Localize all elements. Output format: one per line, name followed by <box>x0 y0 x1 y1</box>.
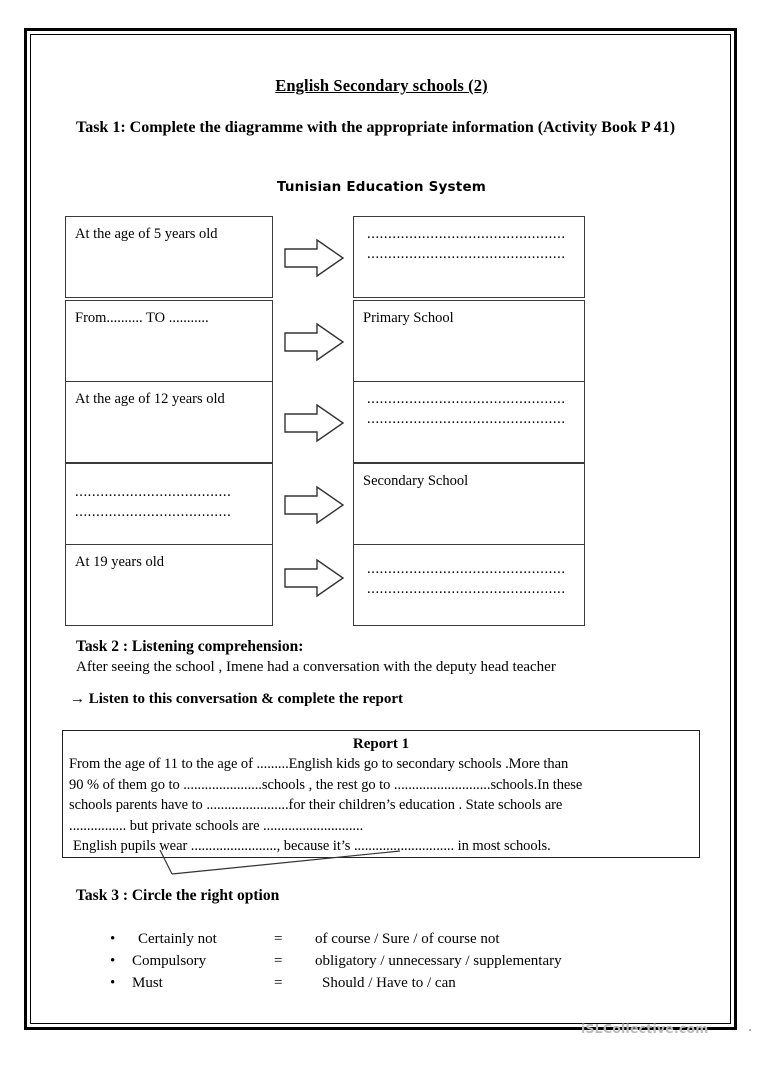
report-box: Report 1 From the age of 11 to the age o… <box>62 730 700 858</box>
option-term: Must <box>132 975 163 991</box>
diagram-row: From.......... TO ........... Primary Sc… <box>0 300 763 382</box>
option-choices: obligatory / unnecessary / supplementary <box>315 953 562 969</box>
diagram-left-box: From.......... TO ........... <box>65 300 273 382</box>
equals-sign: = <box>274 953 283 969</box>
diagram-right-text: Primary School <box>363 310 454 326</box>
right-arrow-icon <box>283 403 345 443</box>
task2-heading: Task 2 : Listening comprehension: <box>76 638 304 655</box>
diagram-left-box: At the age of 5 years old <box>65 216 273 298</box>
fill-in-dots: ..................................... <box>75 484 232 500</box>
report-line: schools parents have to ................… <box>69 797 563 813</box>
list-item: • Must = Should / Have to / can <box>110 972 630 994</box>
diagram-caption: Tunisian Education System <box>276 179 487 195</box>
fill-in-dots: ..................................... <box>75 504 232 520</box>
fill-in-dots: ........................................… <box>367 411 566 427</box>
diagram-row: At 19 years old ........................… <box>0 544 763 626</box>
task2-subtitle: After seeing the school , Imene had a co… <box>76 659 556 675</box>
watermark: iSLCollective.com <box>581 1021 709 1036</box>
equals-sign: = <box>274 975 283 991</box>
diagram-right-box: ........................................… <box>353 216 585 298</box>
diagram-right-box: ........................................… <box>353 381 585 463</box>
task1-heading: Task 1: Complete the diagramme with the … <box>76 119 676 136</box>
report-line: 90 % of them go to .....................… <box>69 776 583 793</box>
fill-in-dots: ........................................… <box>367 561 566 577</box>
bullet-icon: • <box>110 953 116 969</box>
task3-options-list: • Certainly not = of course / Sure / of … <box>110 928 630 994</box>
bullet-icon: • <box>110 931 116 947</box>
list-item: • Compulsory = obligatory / unnecessary … <box>110 950 630 972</box>
bullet-icon: • <box>110 975 116 991</box>
task2-instruction: → Listen to this conversation & complete… <box>70 691 404 707</box>
fill-in-dots: ........................................… <box>367 581 566 597</box>
diagram-left-text: At the age of 5 years old <box>75 226 218 242</box>
diagram-left-box: ..................................... ..… <box>65 463 273 545</box>
diagram-row: At the age of 12 years old .............… <box>0 381 763 463</box>
diagram-left-text: From.......... TO ........... <box>75 310 209 326</box>
worksheet-page: English Secondary schools (2) Task 1: Co… <box>0 0 763 1079</box>
page-title: English Secondary schools (2) <box>275 76 488 95</box>
diagram-right-box: Primary School <box>353 300 585 382</box>
diagram-left-text: At the age of 12 years old <box>75 391 225 407</box>
corner-dot <box>749 1029 751 1031</box>
option-choices: of course / Sure / of course not <box>315 931 500 947</box>
diagram-left-box: At the age of 12 years old <box>65 381 273 463</box>
right-arrow-icon <box>283 558 345 598</box>
equals-sign: = <box>274 931 283 947</box>
fill-in-dots: ........................................… <box>367 246 566 262</box>
diagram-right-box: ........................................… <box>353 544 585 626</box>
diagram-row: At the age of 5 years old ..............… <box>0 216 763 298</box>
right-arrow-icon <box>283 238 345 278</box>
option-choices: Should / Have to / can <box>322 975 456 991</box>
stray-diagonal-line <box>100 848 401 882</box>
right-arrow-icon <box>283 322 345 362</box>
diagram-left-box: At 19 years old <box>65 544 273 626</box>
report-line: From the age of 11 to the age of .......… <box>69 756 569 772</box>
option-term: Compulsory <box>132 953 207 969</box>
fill-in-dots: ........................................… <box>367 391 566 407</box>
option-term: Certainly not <box>138 931 217 947</box>
fill-in-dots: ........................................… <box>367 226 566 242</box>
task3-heading: Task 3 : Circle the right option <box>76 887 280 904</box>
diagram-row: ..................................... ..… <box>0 463 763 545</box>
diagram-right-text: Secondary School <box>363 473 469 489</box>
report-body: From the age of 11 to the age of .......… <box>63 753 699 857</box>
report-line: ................ but private schools are… <box>69 817 364 834</box>
diagram-right-box: Secondary School <box>353 463 585 545</box>
diagram-left-text: At 19 years old <box>75 554 164 570</box>
list-item: • Certainly not = of course / Sure / of … <box>110 928 630 950</box>
right-arrow-icon <box>283 485 345 525</box>
report-title: Report 1 <box>352 736 410 752</box>
